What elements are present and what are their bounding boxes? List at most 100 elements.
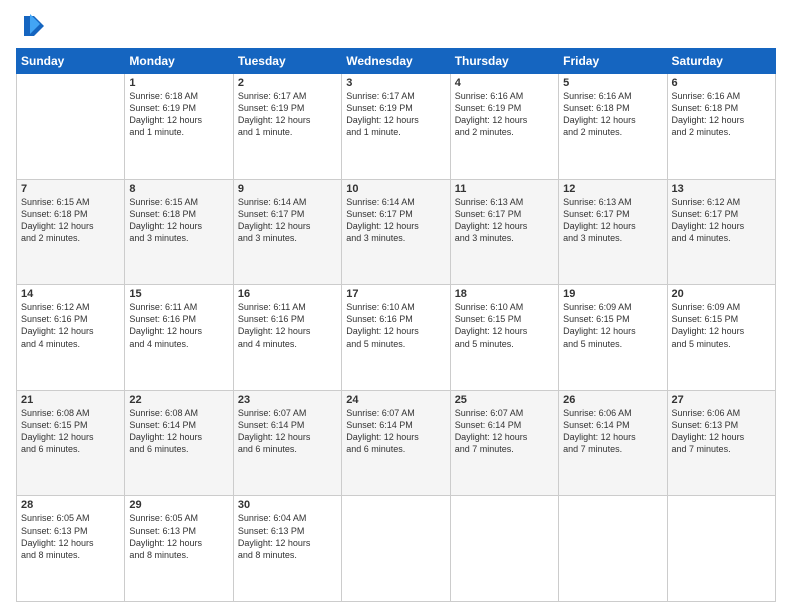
day-info: Sunrise: 6:10 AMSunset: 6:15 PMDaylight:… [455,301,554,350]
day-number: 21 [21,394,120,406]
day-info: Sunrise: 6:11 AMSunset: 6:16 PMDaylight:… [238,301,337,350]
calendar-week-1: 1Sunrise: 6:18 AMSunset: 6:19 PMDaylight… [17,74,776,180]
day-info: Sunrise: 6:14 AMSunset: 6:17 PMDaylight:… [346,196,445,245]
day-number: 8 [129,183,228,195]
day-number: 26 [563,394,662,406]
day-number: 18 [455,288,554,300]
calendar-cell: 5Sunrise: 6:16 AMSunset: 6:18 PMDaylight… [559,74,667,180]
calendar-cell: 20Sunrise: 6:09 AMSunset: 6:15 PMDayligh… [667,285,775,391]
calendar-cell: 18Sunrise: 6:10 AMSunset: 6:15 PMDayligh… [450,285,558,391]
col-header-thursday: Thursday [450,49,558,74]
col-header-sunday: Sunday [17,49,125,74]
day-info: Sunrise: 6:05 AMSunset: 6:13 PMDaylight:… [21,512,120,561]
day-number: 28 [21,499,120,511]
calendar-cell: 28Sunrise: 6:05 AMSunset: 6:13 PMDayligh… [17,496,125,602]
day-info: Sunrise: 6:13 AMSunset: 6:17 PMDaylight:… [563,196,662,245]
col-header-wednesday: Wednesday [342,49,450,74]
logo [16,12,48,40]
calendar-cell [17,74,125,180]
day-info: Sunrise: 6:16 AMSunset: 6:18 PMDaylight:… [672,90,771,139]
day-info: Sunrise: 6:09 AMSunset: 6:15 PMDaylight:… [672,301,771,350]
calendar-header: SundayMondayTuesdayWednesdayThursdayFrid… [17,49,776,74]
calendar-cell: 16Sunrise: 6:11 AMSunset: 6:16 PMDayligh… [233,285,341,391]
calendar-cell [667,496,775,602]
day-number: 7 [21,183,120,195]
calendar-cell: 12Sunrise: 6:13 AMSunset: 6:17 PMDayligh… [559,179,667,285]
day-info: Sunrise: 6:10 AMSunset: 6:16 PMDaylight:… [346,301,445,350]
calendar-cell: 26Sunrise: 6:06 AMSunset: 6:14 PMDayligh… [559,390,667,496]
calendar-cell [559,496,667,602]
calendar-cell: 25Sunrise: 6:07 AMSunset: 6:14 PMDayligh… [450,390,558,496]
day-number: 11 [455,183,554,195]
day-number: 20 [672,288,771,300]
day-info: Sunrise: 6:04 AMSunset: 6:13 PMDaylight:… [238,512,337,561]
day-info: Sunrise: 6:07 AMSunset: 6:14 PMDaylight:… [346,407,445,456]
day-number: 17 [346,288,445,300]
day-number: 6 [672,77,771,89]
calendar-week-2: 7Sunrise: 6:15 AMSunset: 6:18 PMDaylight… [17,179,776,285]
day-number: 9 [238,183,337,195]
day-info: Sunrise: 6:06 AMSunset: 6:14 PMDaylight:… [563,407,662,456]
calendar-cell: 24Sunrise: 6:07 AMSunset: 6:14 PMDayligh… [342,390,450,496]
day-info: Sunrise: 6:08 AMSunset: 6:14 PMDaylight:… [129,407,228,456]
calendar-cell: 8Sunrise: 6:15 AMSunset: 6:18 PMDaylight… [125,179,233,285]
day-info: Sunrise: 6:08 AMSunset: 6:15 PMDaylight:… [21,407,120,456]
calendar-cell: 13Sunrise: 6:12 AMSunset: 6:17 PMDayligh… [667,179,775,285]
day-info: Sunrise: 6:13 AMSunset: 6:17 PMDaylight:… [455,196,554,245]
calendar-cell: 21Sunrise: 6:08 AMSunset: 6:15 PMDayligh… [17,390,125,496]
logo-icon [16,12,44,40]
calendar-cell: 10Sunrise: 6:14 AMSunset: 6:17 PMDayligh… [342,179,450,285]
day-info: Sunrise: 6:16 AMSunset: 6:18 PMDaylight:… [563,90,662,139]
day-number: 1 [129,77,228,89]
calendar-cell: 3Sunrise: 6:17 AMSunset: 6:19 PMDaylight… [342,74,450,180]
calendar-cell [450,496,558,602]
day-info: Sunrise: 6:15 AMSunset: 6:18 PMDaylight:… [129,196,228,245]
col-header-saturday: Saturday [667,49,775,74]
calendar-week-5: 28Sunrise: 6:05 AMSunset: 6:13 PMDayligh… [17,496,776,602]
day-info: Sunrise: 6:17 AMSunset: 6:19 PMDaylight:… [238,90,337,139]
calendar-cell: 7Sunrise: 6:15 AMSunset: 6:18 PMDaylight… [17,179,125,285]
day-info: Sunrise: 6:07 AMSunset: 6:14 PMDaylight:… [455,407,554,456]
day-info: Sunrise: 6:15 AMSunset: 6:18 PMDaylight:… [21,196,120,245]
day-info: Sunrise: 6:14 AMSunset: 6:17 PMDaylight:… [238,196,337,245]
calendar-week-3: 14Sunrise: 6:12 AMSunset: 6:16 PMDayligh… [17,285,776,391]
calendar-cell: 4Sunrise: 6:16 AMSunset: 6:19 PMDaylight… [450,74,558,180]
calendar-cell: 30Sunrise: 6:04 AMSunset: 6:13 PMDayligh… [233,496,341,602]
day-info: Sunrise: 6:17 AMSunset: 6:19 PMDaylight:… [346,90,445,139]
calendar-cell: 9Sunrise: 6:14 AMSunset: 6:17 PMDaylight… [233,179,341,285]
calendar-cell: 15Sunrise: 6:11 AMSunset: 6:16 PMDayligh… [125,285,233,391]
day-info: Sunrise: 6:12 AMSunset: 6:17 PMDaylight:… [672,196,771,245]
calendar-cell: 17Sunrise: 6:10 AMSunset: 6:16 PMDayligh… [342,285,450,391]
day-number: 2 [238,77,337,89]
day-number: 3 [346,77,445,89]
day-info: Sunrise: 6:11 AMSunset: 6:16 PMDaylight:… [129,301,228,350]
day-number: 5 [563,77,662,89]
calendar-cell: 19Sunrise: 6:09 AMSunset: 6:15 PMDayligh… [559,285,667,391]
day-number: 24 [346,394,445,406]
calendar-table: SundayMondayTuesdayWednesdayThursdayFrid… [16,48,776,602]
day-info: Sunrise: 6:05 AMSunset: 6:13 PMDaylight:… [129,512,228,561]
calendar-cell: 29Sunrise: 6:05 AMSunset: 6:13 PMDayligh… [125,496,233,602]
page-header [16,12,776,40]
col-header-monday: Monday [125,49,233,74]
day-info: Sunrise: 6:07 AMSunset: 6:14 PMDaylight:… [238,407,337,456]
day-number: 15 [129,288,228,300]
calendar-cell: 14Sunrise: 6:12 AMSunset: 6:16 PMDayligh… [17,285,125,391]
day-number: 23 [238,394,337,406]
calendar-cell: 22Sunrise: 6:08 AMSunset: 6:14 PMDayligh… [125,390,233,496]
col-header-friday: Friday [559,49,667,74]
day-number: 12 [563,183,662,195]
calendar-cell: 11Sunrise: 6:13 AMSunset: 6:17 PMDayligh… [450,179,558,285]
calendar-cell: 23Sunrise: 6:07 AMSunset: 6:14 PMDayligh… [233,390,341,496]
day-number: 25 [455,394,554,406]
day-number: 27 [672,394,771,406]
calendar-cell: 2Sunrise: 6:17 AMSunset: 6:19 PMDaylight… [233,74,341,180]
day-number: 19 [563,288,662,300]
calendar-body: 1Sunrise: 6:18 AMSunset: 6:19 PMDaylight… [17,74,776,602]
calendar-cell: 1Sunrise: 6:18 AMSunset: 6:19 PMDaylight… [125,74,233,180]
calendar-cell [342,496,450,602]
day-number: 22 [129,394,228,406]
col-header-tuesday: Tuesday [233,49,341,74]
day-info: Sunrise: 6:18 AMSunset: 6:19 PMDaylight:… [129,90,228,139]
day-number: 30 [238,499,337,511]
